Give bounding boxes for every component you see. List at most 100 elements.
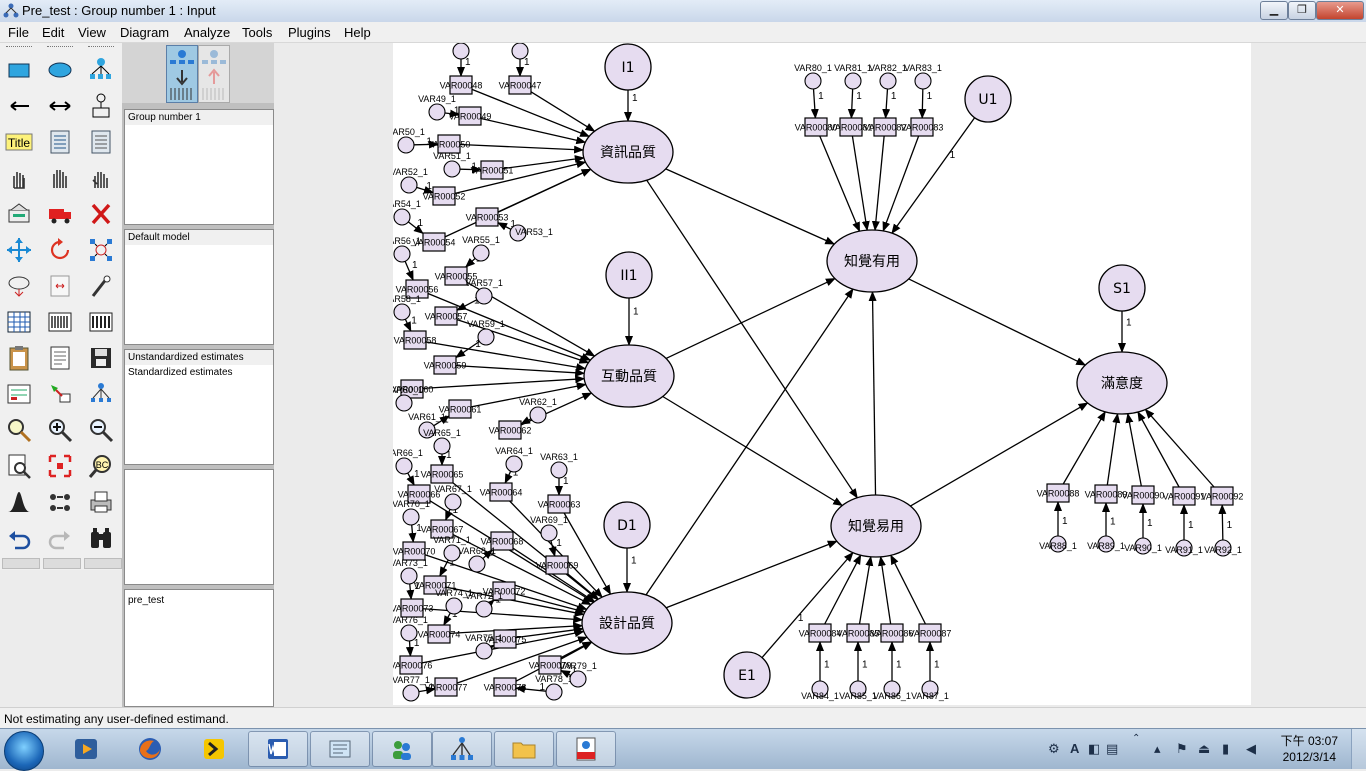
minimize-button[interactable]: ▁ (1260, 1, 1288, 20)
tray-ime-mode[interactable]: A (1070, 741, 1079, 756)
error-arrow[interactable] (406, 583, 415, 600)
error-var76-1[interactable] (400, 624, 418, 642)
error-var50-1[interactable] (397, 136, 415, 154)
error-var69-1[interactable] (540, 524, 558, 542)
indicator-arrow[interactable] (890, 554, 927, 625)
drag-properties-icon[interactable] (45, 379, 75, 409)
error-var81-1[interactable] (844, 72, 862, 90)
error-arrow[interactable] (443, 612, 452, 626)
input-path-diagram-button[interactable] (166, 45, 198, 103)
print-icon[interactable] (86, 487, 116, 517)
error-arrow[interactable] (403, 318, 412, 332)
error-var51-1[interactable] (443, 160, 461, 178)
tray-network-ime-icon[interactable]: ⚙ (1048, 741, 1060, 757)
indicator-arrow[interactable] (858, 555, 874, 625)
structural-path-arrow[interactable] (665, 277, 836, 360)
error-var52-1[interactable] (400, 176, 418, 194)
scroll-icon[interactable] (45, 271, 75, 301)
close-button[interactable]: ✕ (1316, 1, 1364, 20)
structural-path-arrow[interactable] (908, 278, 1087, 366)
draw-observed-icon[interactable] (4, 55, 34, 85)
move-parameter-icon[interactable] (4, 271, 34, 301)
error-var73-1[interactable] (400, 567, 418, 585)
error-var59-1[interactable] (477, 328, 495, 346)
structural-path-arrow[interactable] (662, 395, 844, 507)
save-icon[interactable] (86, 343, 116, 373)
error-var77-1[interactable] (402, 684, 420, 702)
indicator-arrow[interactable] (871, 135, 885, 232)
menu-tools[interactable]: Tools (242, 25, 272, 40)
analysis-properties-icon[interactable] (45, 307, 75, 337)
error-var47-1[interactable] (511, 43, 529, 60)
menu-edit[interactable]: Edit (42, 25, 64, 40)
bayesian-icon[interactable] (4, 487, 34, 517)
path-diagram-canvas[interactable]: 1111111111111111111111111111111111111111… (393, 43, 1251, 705)
select-one-hand-icon[interactable] (4, 163, 34, 193)
tray-keyboard-icon[interactable]: ▤ (1106, 741, 1118, 757)
structural-path-arrow[interactable] (665, 168, 836, 245)
indicator-arrow[interactable] (422, 375, 586, 389)
redo-icon[interactable] (45, 523, 75, 553)
maximize-button[interactable]: ❐ (1288, 1, 1316, 20)
error-arrow[interactable] (1218, 504, 1227, 541)
structural-path-arrow[interactable] (868, 290, 877, 496)
taskbar-amos[interactable] (432, 731, 492, 767)
path-arrow[interactable] (761, 551, 854, 659)
zoom-in-icon[interactable] (45, 415, 75, 445)
tray-volume-icon[interactable]: ◀ (1246, 741, 1256, 757)
deselect-hand-icon[interactable] (86, 163, 116, 193)
unique-variable-icon[interactable] (86, 91, 116, 121)
error-var49-1[interactable] (428, 103, 446, 121)
menu-view[interactable]: View (78, 25, 106, 40)
indicator-arrow[interactable] (877, 555, 892, 625)
unstandardized-estimates-item[interactable]: Unstandardized estimates (125, 350, 273, 365)
taskbar-notes[interactable] (310, 731, 370, 767)
error-var83-1[interactable] (914, 72, 932, 90)
error-var64-1[interactable] (505, 455, 523, 473)
error-var58-1[interactable] (393, 303, 411, 321)
output-path-diagram-button[interactable] (198, 45, 230, 103)
indicator-arrow[interactable] (824, 554, 862, 625)
duplicate-icon[interactable] (4, 199, 34, 229)
taskbar-explorer[interactable] (494, 731, 554, 767)
error-arrow[interactable] (497, 222, 512, 231)
zoom-out-icon[interactable] (86, 415, 116, 445)
error-var72-1[interactable] (475, 600, 493, 618)
models-item[interactable]: Default model (125, 230, 273, 245)
taskbar-app-yellow[interactable] (184, 731, 244, 767)
error-var55-1[interactable] (472, 244, 490, 262)
move-truck-icon[interactable] (45, 199, 75, 229)
indicator-arrow[interactable] (459, 143, 585, 154)
indicator-arrow[interactable] (1144, 408, 1215, 488)
single-arrow-icon[interactable] (4, 91, 34, 121)
groups-item[interactable]: Group number 1 (125, 110, 273, 125)
indicator-arrow[interactable] (851, 135, 870, 232)
tray-signal-icon[interactable]: ▮ (1222, 741, 1229, 757)
error-var78-1[interactable] (545, 683, 563, 701)
taskbar-firefox[interactable] (120, 731, 180, 767)
menu-analyze[interactable]: Analyze (184, 25, 230, 40)
error-var71-1[interactable] (443, 544, 461, 562)
tray-action-center-icon[interactable]: ⚑ (1176, 741, 1188, 757)
undo-icon[interactable] (4, 523, 34, 553)
toolbar-resize-grip[interactable] (84, 558, 122, 569)
indicator-arrow[interactable] (1125, 412, 1142, 487)
preserve-symmetries-icon[interactable] (86, 379, 116, 409)
start-button[interactable] (4, 731, 44, 771)
error-var75-1[interactable] (475, 642, 493, 660)
tray-usb-icon[interactable]: ⏏ (1198, 741, 1210, 757)
error-var65-1[interactable] (433, 437, 451, 455)
error-arrow[interactable] (548, 540, 557, 557)
error-var62-1[interactable] (529, 406, 547, 424)
list-variables-icon[interactable] (45, 127, 75, 157)
toolbar-resize-grip[interactable] (2, 558, 40, 569)
binoculars-icon[interactable] (86, 523, 116, 553)
error-arrow[interactable] (405, 640, 414, 657)
error-var82-1[interactable] (879, 72, 897, 90)
draw-unobserved-icon[interactable] (45, 55, 75, 85)
error-arrow[interactable] (918, 88, 927, 119)
error-arrow[interactable] (439, 559, 449, 577)
error-var63-1[interactable] (550, 461, 568, 479)
standardized-estimates-item[interactable]: Standardized estimates (125, 365, 273, 380)
rotate-icon[interactable] (45, 235, 75, 265)
